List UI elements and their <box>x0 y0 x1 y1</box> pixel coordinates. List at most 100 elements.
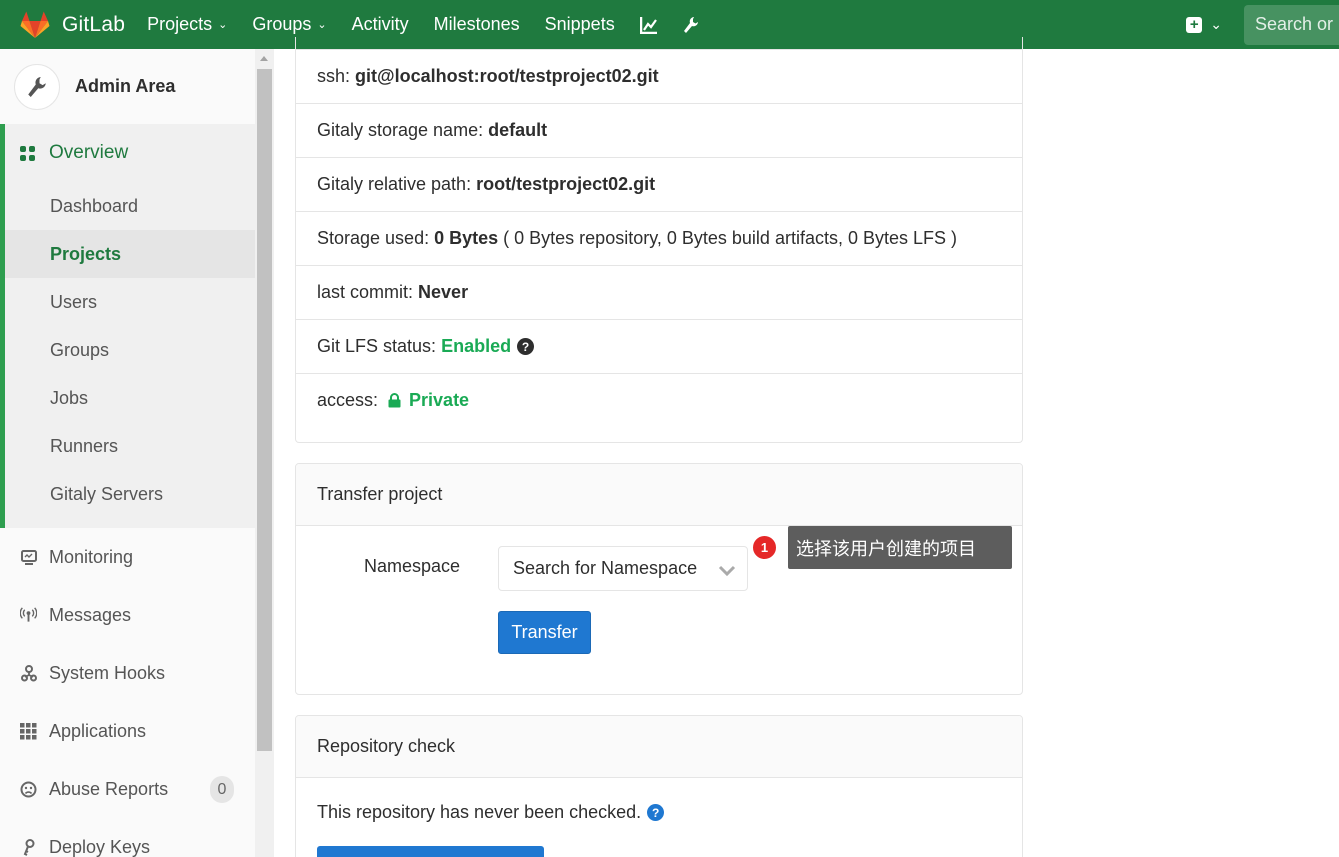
transfer-button-label: Transfer <box>511 622 578 642</box>
nav-milestones-link[interactable]: Milestones <box>434 14 520 35</box>
overview-grid-icon <box>20 145 35 161</box>
sidebar-item-label: Runners <box>50 435 119 456</box>
broadcast-icon <box>20 607 37 624</box>
sidebar-item-label: System Hooks <box>49 662 166 683</box>
info-label: Storage used: <box>317 228 430 248</box>
info-label: Gitaly relative path: <box>317 174 472 194</box>
scrollbar-thumb[interactable] <box>257 69 272 751</box>
nav-activity-label: Activity <box>351 14 409 34</box>
sidebar-item-monitoring[interactable]: Monitoring <box>0 528 255 586</box>
sidebar-item-label: Groups <box>50 339 110 360</box>
info-row-access: access: Private <box>296 373 1022 427</box>
key-icon <box>20 838 37 856</box>
relative-path-value: root/testproject02.git <box>476 174 656 194</box>
repository-check-card: Repository check This repository has nev… <box>295 715 1023 857</box>
info-row-storage-used: Storage used: 0 Bytes ( 0 Bytes reposito… <box>296 211 1022 265</box>
transfer-project-card: Transfer project Namespace Search for Na… <box>295 463 1023 695</box>
chevron-down-icon <box>718 565 736 577</box>
sidebar-item-jobs[interactable]: Jobs <box>5 374 255 422</box>
transfer-button[interactable]: Transfer <box>498 611 591 654</box>
search-placeholder: Search or <box>1255 13 1334 34</box>
scroll-up-arrow-icon[interactable] <box>260 56 268 61</box>
sidebar-item-applications[interactable]: Applications <box>0 702 255 760</box>
plus-square-icon: + <box>1186 16 1203 33</box>
trigger-repository-check-button[interactable] <box>317 846 544 857</box>
admin-sidebar: Admin Area Overview Dashboard Projects U… <box>0 49 255 857</box>
sidebar-header[interactable]: Admin Area <box>0 49 255 124</box>
sidebar-item-label: Jobs <box>50 387 89 408</box>
wrench-avatar-icon <box>14 63 60 110</box>
wrench-icon[interactable] <box>683 16 699 34</box>
chevron-down-icon: ⌄ <box>218 19 228 31</box>
project-info-card: ssh: git@localhost:root/testproject02.gi… <box>295 37 1023 443</box>
sidebar-item-label: Abuse Reports <box>49 778 169 799</box>
sidebar-item-label: Users <box>50 291 98 312</box>
info-label: last commit: <box>317 282 414 302</box>
lock-icon <box>388 393 401 408</box>
sidebar-item-label: Deploy Keys <box>49 836 151 857</box>
chart-icon[interactable] <box>639 16 658 34</box>
nav-activity-link[interactable]: Activity <box>352 14 409 35</box>
access-level-value: Private <box>409 390 470 410</box>
nav-snippets-link[interactable]: Snippets <box>545 14 615 35</box>
sidebar-item-gitaly-servers[interactable]: Gitaly Servers <box>5 470 255 518</box>
sidebar-item-label: Overview <box>49 142 129 163</box>
sidebar-item-dashboard[interactable]: Dashboard <box>5 182 255 230</box>
sidebar-title: Admin Area <box>75 76 176 96</box>
last-commit-value: Never <box>418 282 469 302</box>
lfs-status-value: Enabled <box>441 336 512 356</box>
main-content: ssh: git@localhost:root/testproject02.gi… <box>274 37 1339 857</box>
abuse-reports-count-badge: 0 <box>210 776 234 803</box>
sidebar-scrollbar[interactable] <box>255 49 274 857</box>
namespace-select-placeholder: Search for Namespace <box>513 558 698 578</box>
nav-projects-dropdown[interactable]: Projects ⌄ <box>147 14 227 35</box>
storage-name-value: default <box>488 120 548 140</box>
sidebar-item-deploy-keys[interactable]: Deploy Keys <box>0 818 255 857</box>
sidebar-item-abuse-reports[interactable]: Abuse Reports 0 <box>0 760 255 818</box>
nav-snippets-label: Snippets <box>544 14 615 34</box>
storage-used-detail: ( 0 Bytes repository, 0 Bytes build arti… <box>503 228 957 248</box>
sidebar-item-label: Applications <box>49 720 147 741</box>
info-label: ssh: <box>317 66 351 86</box>
namespace-label: Namespace <box>364 556 461 576</box>
tooltip-text: 选择该用户创建的项目 <box>796 538 976 560</box>
nav-milestones-label: Milestones <box>433 14 520 34</box>
info-row-ssh: ssh: git@localhost:root/testproject02.gi… <box>296 49 1022 103</box>
info-label: Git LFS status: <box>317 336 437 356</box>
sidebar-item-runners[interactable]: Runners <box>5 422 255 470</box>
sidebar-item-overview[interactable]: Overview <box>5 124 255 182</box>
sidebar-item-label: Projects <box>50 243 122 264</box>
sidebar-item-groups[interactable]: Groups <box>5 326 255 374</box>
sidebar-item-label: Gitaly Servers <box>50 483 164 504</box>
monitor-icon <box>20 549 37 566</box>
apps-grid-icon <box>20 722 37 740</box>
question-circle-icon[interactable]: ? <box>517 338 535 355</box>
sidebar-item-system-hooks[interactable]: System Hooks <box>0 644 255 702</box>
gitlab-home-link[interactable]: GitLab <box>20 11 125 39</box>
info-row-last-commit: last commit: Never <box>296 265 1022 319</box>
storage-used-value: 0 Bytes <box>434 228 499 248</box>
repository-check-message: This repository has never been checked. … <box>317 802 665 823</box>
info-row-relative-path: Gitaly relative path: root/testproject02… <box>296 157 1022 211</box>
search-input[interactable]: Search or <box>1244 4 1339 45</box>
ssh-url: git@localhost:root/testproject02.git <box>355 66 659 86</box>
new-item-dropdown[interactable]: + ⌄ <box>1186 16 1222 33</box>
info-label: Gitaly storage name: <box>317 120 484 140</box>
sidebar-item-label: Dashboard <box>50 195 139 216</box>
info-row-lfs-status: Git LFS status: Enabled ? <box>296 319 1022 373</box>
card-title: Transfer project <box>296 464 1022 526</box>
brand-name: GitLab <box>62 12 126 36</box>
sidebar-item-users[interactable]: Users <box>5 278 255 326</box>
repo-check-message-text: This repository has never been checked. <box>317 802 642 822</box>
info-row-storage-name: Gitaly storage name: default <box>296 103 1022 157</box>
card-title: Repository check <box>296 716 1022 778</box>
sidebar-item-messages[interactable]: Messages <box>0 586 255 644</box>
annotation-tooltip: 选择该用户创建的项目 <box>788 526 1012 569</box>
nav-projects-label: Projects <box>147 14 213 34</box>
hook-icon <box>20 664 37 682</box>
question-circle-icon[interactable]: ? <box>647 804 665 821</box>
sidebar-item-projects[interactable]: Projects <box>5 230 255 278</box>
namespace-select[interactable]: Search for Namespace <box>498 546 748 591</box>
nav-groups-dropdown[interactable]: Groups ⌄ <box>252 14 326 35</box>
chevron-down-icon: ⌄ <box>317 19 327 31</box>
